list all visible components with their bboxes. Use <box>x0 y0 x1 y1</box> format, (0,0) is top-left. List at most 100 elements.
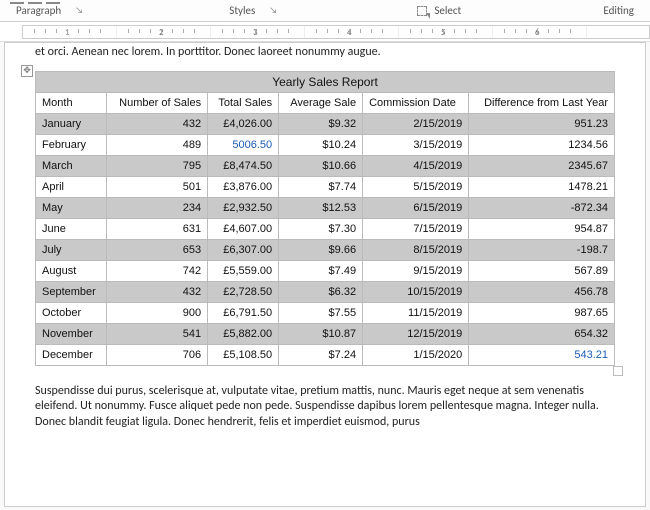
table-row[interactable]: May234£2,932.50$12.536/15/2019-872.34 <box>36 197 615 218</box>
table-cell[interactable]: $10.66 <box>279 155 363 176</box>
table-cell[interactable]: $9.32 <box>279 113 363 134</box>
table-cell[interactable]: 12/15/2019 <box>363 323 469 344</box>
table-cell[interactable]: May <box>36 197 107 218</box>
table-cell[interactable]: 1/15/2020 <box>363 344 469 365</box>
table-cell[interactable]: 2/15/2019 <box>363 113 469 134</box>
table-cell[interactable]: $7.49 <box>279 260 363 281</box>
table-cell[interactable]: £5,882.00 <box>208 323 279 344</box>
column-header[interactable]: Difference from Last Year <box>469 92 615 113</box>
table-cell[interactable]: £5,559.00 <box>208 260 279 281</box>
table-cell[interactable]: March <box>36 155 107 176</box>
table-cell[interactable]: 7/15/2019 <box>363 218 469 239</box>
table-cell[interactable]: £8,474.50 <box>208 155 279 176</box>
table-cell[interactable]: £6,791.50 <box>208 302 279 323</box>
horizontal-ruler[interactable] <box>0 22 650 42</box>
column-header[interactable]: Number of Sales <box>107 92 208 113</box>
table-cell[interactable]: 954.87 <box>469 218 615 239</box>
table-row[interactable]: March795£8,474.50$10.664/15/20192345.67 <box>36 155 615 176</box>
select-button-label[interactable]: Select <box>434 4 461 17</box>
table-cell[interactable]: 10/15/2019 <box>363 281 469 302</box>
table-cell[interactable]: $7.24 <box>279 344 363 365</box>
column-header[interactable]: Average Sale <box>279 92 363 113</box>
table-row[interactable]: June631£4,607.00$7.307/15/2019954.87 <box>36 218 615 239</box>
sales-table[interactable]: Yearly Sales Report MonthNumber of Sales… <box>35 71 615 366</box>
table-cell[interactable]: 987.65 <box>469 302 615 323</box>
table-cell[interactable]: $7.30 <box>279 218 363 239</box>
table-cell[interactable]: 653 <box>107 239 208 260</box>
table-resize-handle-icon[interactable] <box>613 366 623 376</box>
table-cell[interactable]: 489 <box>107 134 208 155</box>
table-cell[interactable]: 543.21 <box>469 344 615 365</box>
table-cell[interactable]: £5,108.50 <box>208 344 279 365</box>
paragraph-text-top[interactable]: et orci. Aenean nec lorem. In porttitor.… <box>5 43 645 67</box>
table-cell[interactable]: September <box>36 281 107 302</box>
table-cell[interactable]: $12.53 <box>279 197 363 218</box>
table-cell[interactable]: £4,026.00 <box>208 113 279 134</box>
table-cell[interactable]: $6.32 <box>279 281 363 302</box>
table-cell[interactable]: October <box>36 302 107 323</box>
table-cell[interactable]: $10.24 <box>279 134 363 155</box>
table-cell[interactable]: 6/15/2019 <box>363 197 469 218</box>
column-header[interactable]: Month <box>36 92 107 113</box>
table-cell[interactable]: £2,932.50 <box>208 197 279 218</box>
styles-dialog-launcher-icon[interactable]: ↘ <box>265 5 281 16</box>
table-cell[interactable]: 2345.67 <box>469 155 615 176</box>
column-header[interactable]: Total Sales <box>208 92 279 113</box>
table-cell[interactable]: August <box>36 260 107 281</box>
table-title[interactable]: Yearly Sales Report <box>36 71 615 92</box>
table-cell[interactable]: £4,607.00 <box>208 218 279 239</box>
table-cell[interactable]: 654.32 <box>469 323 615 344</box>
table-cell[interactable]: £3,876.00 <box>208 176 279 197</box>
table-cell[interactable]: 9/15/2019 <box>363 260 469 281</box>
table-cell[interactable]: December <box>36 344 107 365</box>
table-cell[interactable]: April <box>36 176 107 197</box>
table-cell[interactable]: £6,307.00 <box>208 239 279 260</box>
column-header[interactable]: Commission Date <box>363 92 469 113</box>
table-cell[interactable]: -872.34 <box>469 197 615 218</box>
table-cell[interactable]: 706 <box>107 344 208 365</box>
table-row[interactable]: April501£3,876.00$7.745/15/20191478.21 <box>36 176 615 197</box>
table-cell[interactable]: 567.89 <box>469 260 615 281</box>
table-cell[interactable]: 742 <box>107 260 208 281</box>
table-cell[interactable]: 234 <box>107 197 208 218</box>
table-cell[interactable]: 795 <box>107 155 208 176</box>
table-cell[interactable]: 501 <box>107 176 208 197</box>
table-cell[interactable]: £2,728.50 <box>208 281 279 302</box>
paragraph-text-bottom[interactable]: Suspendisse dui purus, scelerisque at, v… <box>5 374 645 437</box>
table-cell[interactable]: 3/15/2019 <box>363 134 469 155</box>
table-cell[interactable]: 4/15/2019 <box>363 155 469 176</box>
table-row[interactable]: July653£6,307.00$9.668/15/2019-198.7 <box>36 239 615 260</box>
table-row[interactable]: August742£5,559.00$7.499/15/2019567.89 <box>36 260 615 281</box>
table-row[interactable]: October900£6,791.50$7.5511/15/2019987.65 <box>36 302 615 323</box>
table-cell[interactable]: 5006.50 <box>208 134 279 155</box>
table-cell[interactable]: 631 <box>107 218 208 239</box>
table-cell[interactable]: 11/15/2019 <box>363 302 469 323</box>
table-cell[interactable]: 900 <box>107 302 208 323</box>
table-cell[interactable]: 1234.56 <box>469 134 615 155</box>
table-cell[interactable]: 456.78 <box>469 281 615 302</box>
table-row[interactable]: February4895006.50$10.243/15/20191234.56 <box>36 134 615 155</box>
table-cell[interactable]: November <box>36 323 107 344</box>
table-row[interactable]: September432£2,728.50$6.3210/15/2019456.… <box>36 281 615 302</box>
table-row[interactable]: December706£5,108.50$7.241/15/2020543.21 <box>36 344 615 365</box>
table-cell[interactable]: $7.55 <box>279 302 363 323</box>
table-move-handle-icon[interactable]: ✥ <box>21 65 33 77</box>
table-cell[interactable]: $9.66 <box>279 239 363 260</box>
table-cell[interactable]: $7.74 <box>279 176 363 197</box>
table-cell[interactable]: 1478.21 <box>469 176 615 197</box>
table-cell[interactable]: February <box>36 134 107 155</box>
table-cell[interactable]: 5/15/2019 <box>363 176 469 197</box>
table-cell[interactable]: 951.23 <box>469 113 615 134</box>
table-cell[interactable]: 432 <box>107 113 208 134</box>
table-cell[interactable]: June <box>36 218 107 239</box>
table-cell[interactable]: -198.7 <box>469 239 615 260</box>
table-cell[interactable]: July <box>36 239 107 260</box>
table-cell[interactable]: 541 <box>107 323 208 344</box>
table-cell[interactable]: 432 <box>107 281 208 302</box>
table-cell[interactable]: 8/15/2019 <box>363 239 469 260</box>
table-row[interactable]: January432£4,026.00$9.322/15/2019951.23 <box>36 113 615 134</box>
table-row[interactable]: November541£5,882.00$10.8712/15/2019654.… <box>36 323 615 344</box>
document-page[interactable]: et orci. Aenean nec lorem. In porttitor.… <box>4 42 646 507</box>
paragraph-dialog-launcher-icon[interactable]: ↘ <box>71 5 87 16</box>
table-cell[interactable]: $10.87 <box>279 323 363 344</box>
